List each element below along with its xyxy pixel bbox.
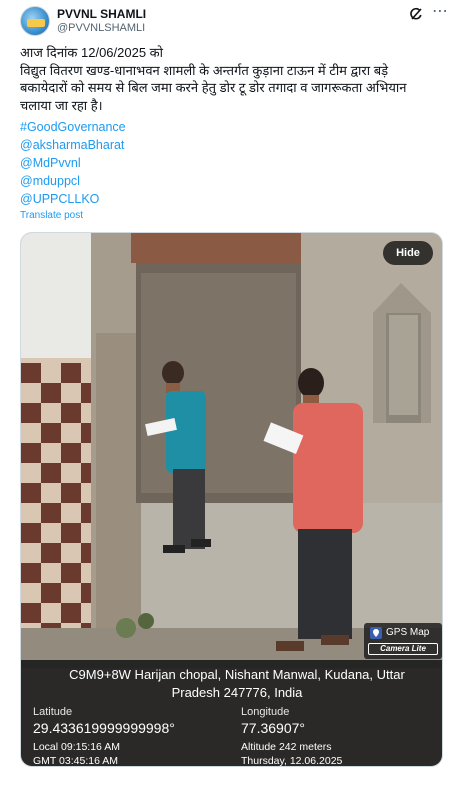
date: Thursday, 12.06.2025 [241,755,343,767]
translate-post-link[interactable]: Translate post [20,210,83,221]
mention-link[interactable]: @UPPCLLKO [20,190,320,208]
post-text-line: बकायेदारों को समय से बिल जमा करने हेतु ड… [20,80,407,95]
mention-link[interactable]: @aksharmaBharat [20,136,320,154]
altitude: Altitude 242 meters [241,741,332,753]
account-handle[interactable]: @PVVNLSHAMLI [57,22,145,34]
post-text: आज दिनांक 12/06/2025 को विद्युत वितरण खण… [20,44,440,114]
post-text-line: आज दिनांक 12/06/2025 को [20,45,164,60]
more-icon[interactable]: ⋯ [432,4,448,20]
mention-link[interactable]: @MdPvvnl [20,154,320,172]
post-media[interactable]: Hide GPS Map Camera Lite C9M9+8W Harijan… [20,232,443,767]
geo-address-line: Pradesh 247776, India [171,685,303,700]
latitude-value: 29.433619999999998° [33,720,175,736]
post-text-line: विद्युत वितरण खण्ड-धानाभवन शामली के अन्त… [20,62,389,78]
map-pin-icon [370,627,382,639]
post-header: PVVNL SHAMLI @PVVNLSHAMLI ⋯ [0,0,457,40]
gps-map-camera-badge: GPS Map Camera Lite [364,623,442,659]
gps-badge-title: GPS Map [386,627,430,638]
post-text-line: चलाया जा रहा है। [20,97,103,113]
local-time: Local 09:15:16 AM [33,741,120,753]
hashtag-link[interactable]: #GoodGovernance [20,118,320,136]
gmt-time: GMT 03:45:16 AM [33,755,119,767]
avatar[interactable] [20,6,50,36]
account-name[interactable]: PVVNL SHAMLI [57,7,146,21]
mention-link[interactable]: @mduppcl [20,172,320,190]
longitude-value: 77.36907° [241,720,305,736]
gps-badge-subtitle: Camera Lite [368,643,438,655]
geo-address-line: C9M9+8W Harijan chopal, Nishant Manwal, … [69,667,405,682]
geo-info-panel: C9M9+8W Harijan chopal, Nishant Manwal, … [21,660,442,767]
grok-icon[interactable] [409,7,423,21]
hide-button[interactable]: Hide [383,241,433,265]
hashtags-mentions: #GoodGovernance @aksharmaBharat @MdPvvnl… [20,118,320,208]
latitude-label: Latitude [33,706,73,718]
geo-address: C9M9+8W Harijan chopal, Nishant Manwal, … [47,666,427,702]
longitude-label: Longitude [241,706,290,718]
